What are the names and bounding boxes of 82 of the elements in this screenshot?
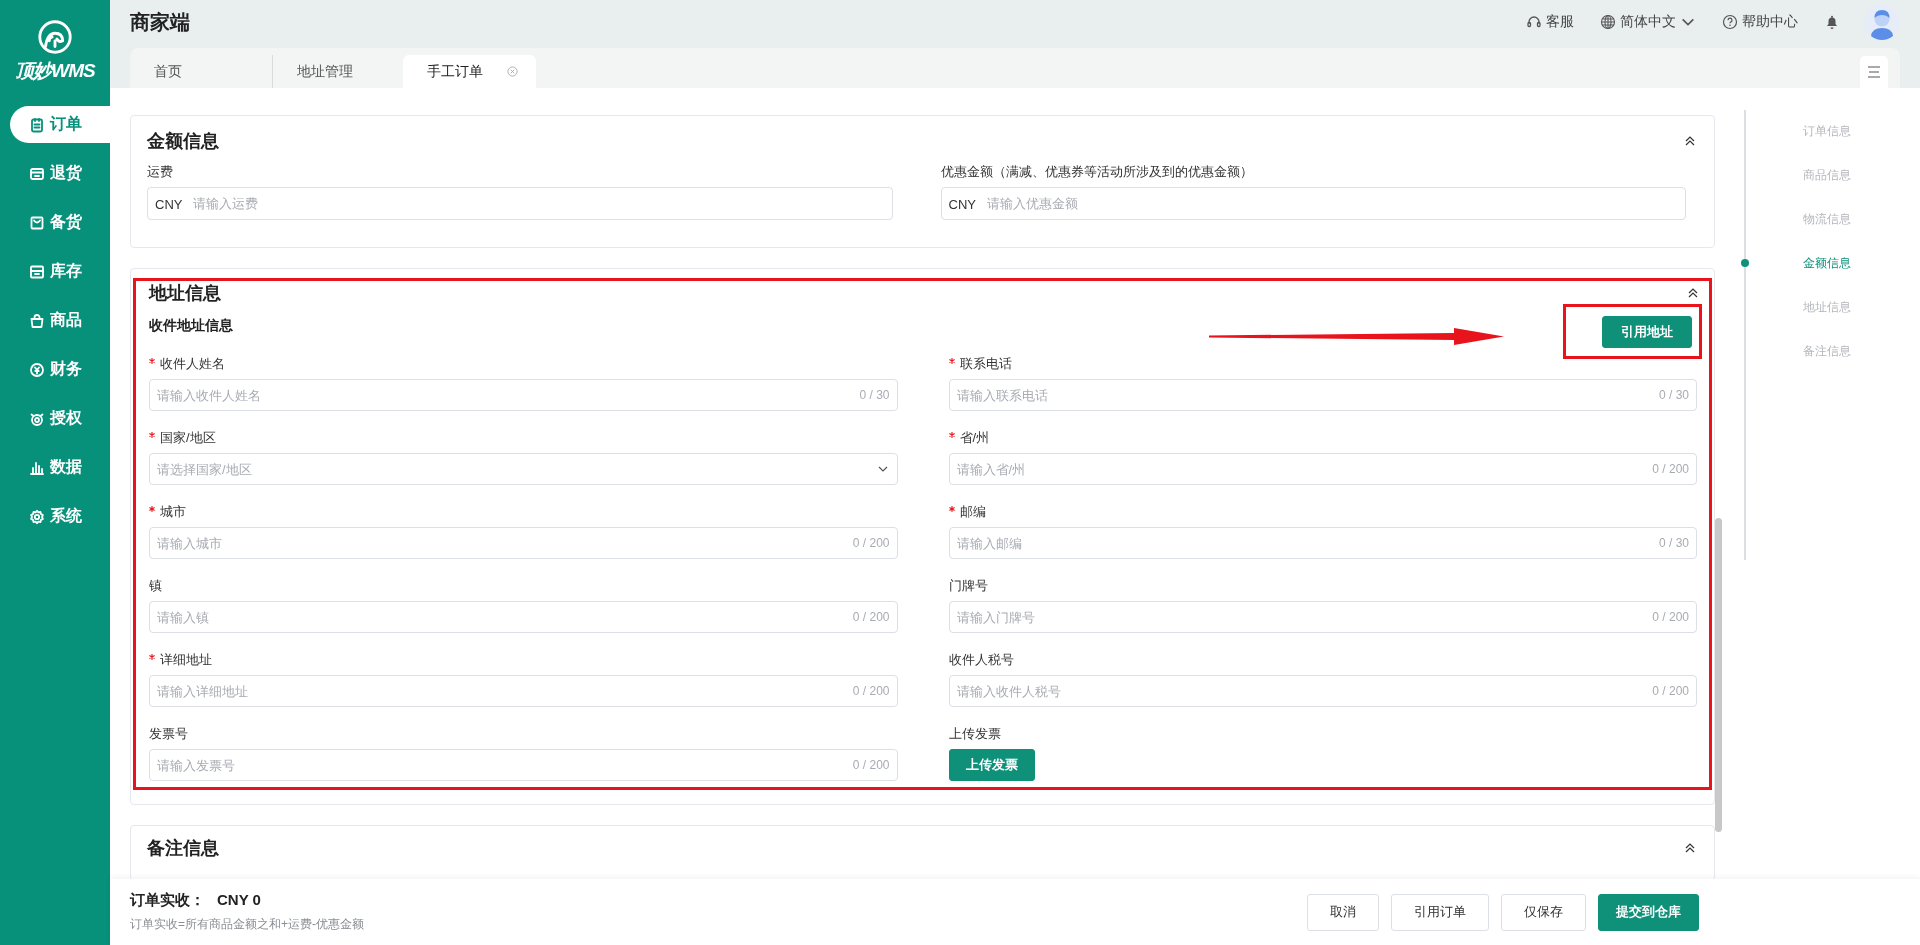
subsection-title: 收件地址信息 — [149, 317, 233, 335]
collapse-icon[interactable] — [1687, 287, 1699, 299]
header-link[interactable]: 客服 — [1526, 13, 1574, 31]
character-counter: 0 / 200 — [1652, 610, 1689, 624]
settings-icon — [28, 508, 45, 525]
collapse-icon[interactable] — [1684, 842, 1696, 854]
field-label: 详细地址 — [160, 652, 212, 667]
character-counter: 0 / 200 — [852, 758, 890, 772]
action-button[interactable]: 仅保存 — [1501, 893, 1586, 931]
currency-prefix: CNY — [948, 196, 976, 211]
archive-icon — [28, 263, 45, 280]
sidebar-item[interactable]: 备货 — [10, 204, 110, 241]
character-counter: 0 / 200 — [1652, 684, 1689, 698]
sidebar-item[interactable]: 数据 — [10, 449, 110, 486]
submit-button[interactable]: 提交到仓库 — [1598, 893, 1699, 931]
select-field[interactable]: 请选择国家/地区 — [149, 453, 898, 485]
language-dropdown[interactable]: 简体中文 — [1600, 13, 1696, 31]
character-counter: 0 / 30 — [859, 388, 890, 402]
field-label: 门牌号 — [948, 578, 988, 593]
sidebar-item[interactable]: 商品 — [10, 302, 110, 339]
bell-icon[interactable] — [1824, 14, 1840, 30]
field-label: 收件人税号 — [948, 652, 1014, 667]
field-label: 收件人姓名 — [160, 356, 225, 371]
anchor-link[interactable]: 订单信息 — [1741, 122, 1920, 140]
anchor-link[interactable]: 地址信息 — [1741, 298, 1920, 316]
header-link[interactable]: 帮助中心 — [1722, 13, 1798, 31]
anchor-link[interactable]: 金额信息 — [1741, 254, 1920, 272]
character-counter: 0 / 200 — [852, 610, 890, 624]
coin-icon — [28, 361, 45, 378]
action-button[interactable]: 引用订单 — [1391, 893, 1489, 931]
section-title: 备注信息 — [147, 837, 219, 860]
logo-text: 顶妙WMS — [15, 59, 95, 83]
field-label: 城市 — [160, 504, 186, 519]
tab[interactable]: 手工订单 — [403, 55, 536, 88]
help-icon — [1722, 14, 1738, 30]
page-title: 商家端 — [130, 9, 190, 35]
menu-icon — [1867, 66, 1881, 78]
bar-chart-icon — [28, 459, 45, 476]
character-counter: 0 / 200 — [852, 536, 890, 550]
scrollbar[interactable] — [1715, 518, 1722, 832]
field-label: 省/州 — [959, 430, 990, 445]
logo-icon — [36, 18, 74, 56]
currency-prefix: CNY — [155, 196, 183, 211]
tab[interactable]: 地址管理 — [273, 55, 403, 88]
clipboard-icon — [28, 116, 45, 133]
anchor-link[interactable]: 商品信息 — [1741, 166, 1920, 184]
field-label: 国家/地区 — [160, 430, 216, 445]
avatar[interactable] — [1864, 4, 1900, 40]
field-label: 运费 — [147, 164, 173, 179]
collapse-icon[interactable] — [1684, 135, 1696, 147]
globe-icon — [1600, 14, 1616, 30]
anchor-link[interactable]: 备注信息 — [1741, 342, 1920, 360]
section-title: 金额信息 — [147, 130, 219, 153]
section-title: 地址信息 — [149, 282, 221, 305]
headset-icon — [1526, 14, 1542, 30]
active-dot — [1741, 259, 1749, 267]
sidebar-item[interactable]: 财务 — [10, 351, 110, 388]
sidebar-item[interactable]: 系统 — [10, 498, 110, 535]
character-counter: 0 / 200 — [852, 684, 890, 698]
box-icon — [28, 165, 45, 182]
anchor-link[interactable]: 物流信息 — [1741, 210, 1920, 228]
field-label: 优惠金额（满减、优惠券等活动所涉及到的优惠金额） — [940, 164, 1253, 179]
field-label: 镇 — [149, 578, 162, 593]
action-button[interactable]: 取消 — [1307, 893, 1379, 931]
field-label: 联系电话 — [959, 356, 1012, 371]
character-counter: 0 / 200 — [1652, 462, 1689, 476]
sidebar-item[interactable]: 退货 — [10, 155, 110, 192]
tray-icon — [28, 214, 45, 231]
total-label: 订单实收： — [130, 891, 205, 910]
sidebar-item[interactable]: 库存 — [10, 253, 110, 290]
field-label: 上传发票 — [948, 726, 1001, 741]
sidebar-item[interactable]: 授权 — [10, 400, 110, 437]
field-label: 邮编 — [959, 504, 986, 519]
sidebar-item[interactable]: 订单 — [10, 106, 110, 143]
upload-button[interactable]: 上传发票 — [948, 749, 1035, 781]
character-counter: 0 / 30 — [1658, 388, 1689, 402]
total-formula-note: 订单实收=所有商品金额之和+运费-优惠金额 — [130, 916, 364, 933]
character-counter: 0 / 30 — [1658, 536, 1689, 550]
bag-icon — [28, 312, 45, 329]
total-amount: CNY 0 — [217, 891, 261, 910]
field-label: 发票号 — [149, 726, 188, 741]
use-address-button[interactable]: 引用地址 — [1602, 315, 1692, 348]
